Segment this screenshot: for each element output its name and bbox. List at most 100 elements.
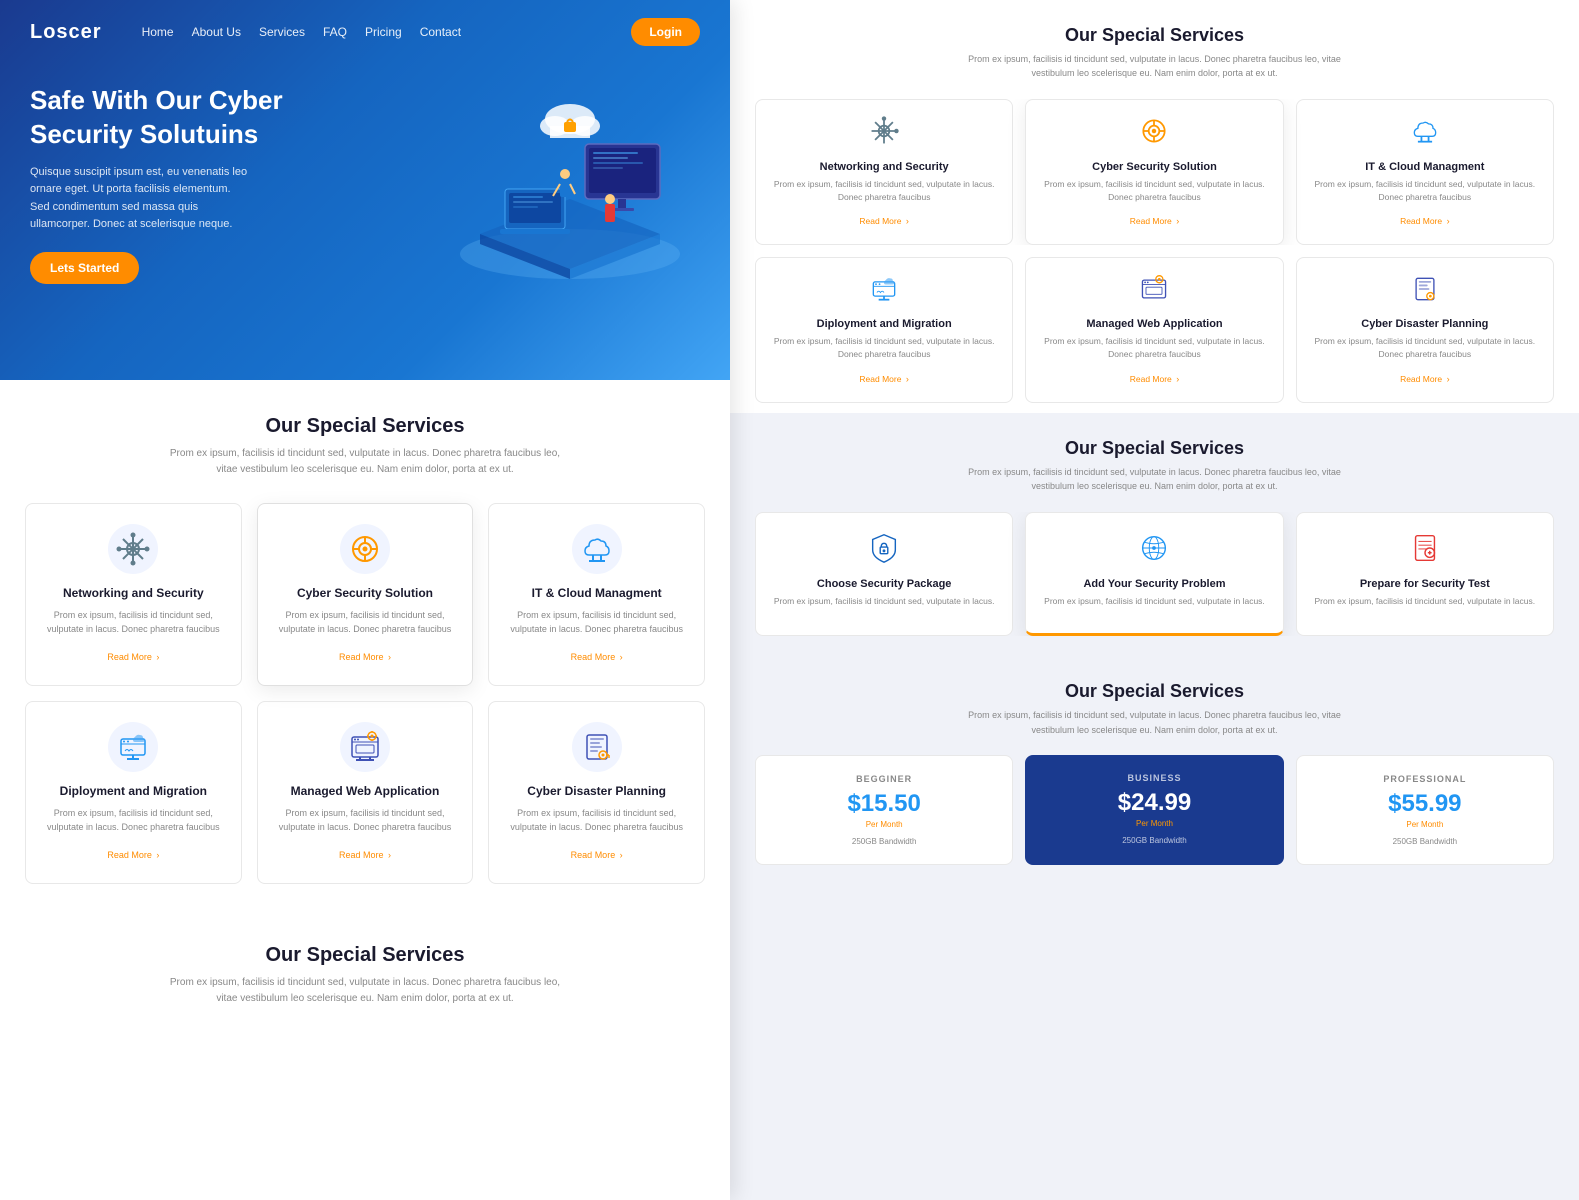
security-icon-problem: [1038, 531, 1270, 570]
pricing-beginner[interactable]: BEGGINER $15.50 Per Month 250GB Bandwidt…: [755, 755, 1013, 865]
disaster-planning-icon: [572, 722, 622, 772]
service-card-1[interactable]: Networking and Security Prom ex ipsum, f…: [25, 503, 242, 686]
arrow-icon-4: ›: [156, 850, 159, 860]
managed-web-icon: [340, 722, 390, 772]
service-card-4[interactable]: Diployment and Migration Prom ex ipsum, …: [25, 701, 242, 884]
nav-about[interactable]: About Us: [192, 25, 241, 39]
hero-text: Safe With Our Cyber Security Solutuins Q…: [30, 84, 365, 284]
read-more-4[interactable]: Read More: [107, 850, 152, 860]
service-name-4: Diployment and Migration: [41, 784, 226, 798]
read-more-6[interactable]: Read More: [571, 850, 616, 860]
rp-security-section: Our Special Services Prom ex ipsum, faci…: [730, 413, 1579, 662]
hero-content: Safe With Our Cyber Security Solutuins Q…: [0, 64, 730, 314]
plan-feature-beginner: 250GB Bandwidth: [768, 837, 1000, 846]
service-name-5: Managed Web Application: [273, 784, 458, 798]
security-card-problem[interactable]: Add Your Security Problem Prom ex ipsum,…: [1025, 512, 1283, 637]
cloud-management-icon: [572, 524, 622, 574]
rp-icon-cyber: [1036, 115, 1272, 153]
sec-name-pkg: Choose Security Package: [768, 578, 1000, 590]
rp-card-cloud[interactable]: IT & Cloud Managment Prom ex ipsum, faci…: [1296, 99, 1554, 246]
bottom-desc-left: Prom ex ipsum, facilisis id tincidunt se…: [165, 975, 565, 1007]
rp-icon-net: [766, 115, 1002, 153]
services-section-left: Our Special Services Prom ex ipsum, faci…: [0, 380, 730, 919]
plan-period-professional: Per Month: [1309, 820, 1541, 829]
rp-text-cloud: Prom ex ipsum, facilisis id tincidunt se…: [1307, 178, 1543, 204]
rp-security-desc: Prom ex ipsum, facilisis id tincidunt se…: [965, 465, 1345, 494]
arrow-icon-3: ›: [620, 652, 623, 662]
rp-desc-1: Prom ex ipsum, facilisis id tincidunt se…: [965, 52, 1345, 81]
rp-pricing-title: Our Special Services: [755, 681, 1554, 702]
security-card-pkg[interactable]: Choose Security Package Prom ex ipsum, f…: [755, 512, 1013, 637]
services-desc-left: Prom ex ipsum, facilisis id tincidunt se…: [165, 446, 565, 478]
rp-arrow-cloud: ›: [1447, 216, 1450, 226]
rp-read-disaster[interactable]: Read More: [1400, 374, 1442, 384]
nav-pricing[interactable]: Pricing: [365, 25, 402, 39]
security-packages-grid: Choose Security Package Prom ex ipsum, f…: [755, 512, 1554, 637]
rp-title-1: Our Special Services: [755, 25, 1554, 46]
service-card-5[interactable]: Managed Web Application Prom ex ipsum, f…: [257, 701, 474, 884]
rp-read-managed[interactable]: Read More: [1130, 374, 1172, 384]
services-title-left: Our Special Services: [25, 415, 705, 438]
hero-description: Quisque suscipit ipsum est, eu venenatis…: [30, 164, 250, 234]
rp-card-partial-1[interactable]: Networking and Security Prom ex ipsum, f…: [755, 99, 1013, 246]
nav-contact[interactable]: Contact: [420, 25, 461, 39]
rp-arrow-net: ›: [906, 216, 909, 226]
service-card-2[interactable]: Cyber Security Solution Prom ex ipsum, f…: [257, 503, 474, 686]
rp-icon-managed: [1036, 273, 1272, 310]
hero-cta-button[interactable]: Lets Started: [30, 252, 139, 284]
nav-faq[interactable]: FAQ: [323, 25, 347, 39]
plan-name-beginner: BEGGINER: [768, 774, 1000, 784]
nav-home[interactable]: Home: [142, 25, 174, 39]
rp-services-top: Our Special Services Prom ex ipsum, faci…: [730, 0, 1579, 413]
rp-card-cyber[interactable]: Cyber Security Solution Prom ex ipsum, f…: [1025, 99, 1283, 246]
brand-logo: Loscer: [30, 21, 102, 44]
rp-card-disaster[interactable]: Cyber Disaster Planning Prom ex ipsum, f…: [1296, 257, 1554, 403]
arrow-icon-1: ›: [156, 652, 159, 662]
service-card-3[interactable]: IT & Cloud Managment Prom ex ipsum, faci…: [488, 503, 705, 686]
page-wrapper: Loscer Home About Us Services FAQ Pricin…: [0, 0, 1579, 1200]
service-text-3: Prom ex ipsum, facilisis id tincidunt se…: [504, 608, 689, 637]
rp-card-deploy[interactable]: Diployment and Migration Prom ex ipsum, …: [755, 257, 1013, 403]
plan-price-business: $24.99: [1037, 789, 1271, 817]
plan-feature-professional: 250GB Bandwidth: [1309, 837, 1541, 846]
plan-period-beginner: Per Month: [768, 820, 1000, 829]
rp-read-cloud[interactable]: Read More: [1400, 216, 1442, 226]
rp-icon-disaster: [1307, 273, 1543, 310]
read-more-2[interactable]: Read More: [339, 652, 384, 662]
plan-period-business: Per Month: [1037, 819, 1271, 828]
rp-arrow-disaster: ›: [1447, 374, 1450, 384]
service-text-1: Prom ex ipsum, facilisis id tincidunt se…: [41, 608, 226, 637]
nav-services[interactable]: Services: [259, 25, 305, 39]
read-more-1[interactable]: Read More: [107, 652, 152, 662]
plan-price-beginner: $15.50: [768, 790, 1000, 818]
rp-arrow-deploy: ›: [906, 374, 909, 384]
login-button[interactable]: Login: [631, 18, 700, 46]
rp-name-managed: Managed Web Application: [1036, 318, 1272, 330]
plan-price-professional: $55.99: [1309, 790, 1541, 818]
service-card-6[interactable]: Cyber Disaster Planning Prom ex ipsum, f…: [488, 701, 705, 884]
pricing-grid: BEGGINER $15.50 Per Month 250GB Bandwidt…: [755, 755, 1554, 865]
pricing-professional[interactable]: PROFESSIONAL $55.99 Per Month 250GB Band…: [1296, 755, 1554, 865]
rp-read-cyber[interactable]: Read More: [1130, 216, 1172, 226]
network-security-icon: [108, 524, 158, 574]
rp-read-deploy[interactable]: Read More: [859, 374, 901, 384]
rp-text-disaster: Prom ex ipsum, facilisis id tincidunt se…: [1307, 335, 1543, 361]
sec-text-problem: Prom ex ipsum, facilisis id tincidunt se…: [1038, 595, 1270, 608]
read-more-3[interactable]: Read More: [571, 652, 616, 662]
security-icon-test: [1309, 531, 1541, 570]
sec-text-pkg: Prom ex ipsum, facilisis id tincidunt se…: [768, 595, 1000, 608]
pricing-business[interactable]: BUSINESS $24.99 Per Month 250GB Bandwidt…: [1025, 755, 1283, 865]
service-name-6: Cyber Disaster Planning: [504, 784, 689, 798]
navigation: Loscer Home About Us Services FAQ Pricin…: [0, 0, 730, 64]
rp-text-cyber: Prom ex ipsum, facilisis id tincidunt se…: [1036, 178, 1272, 204]
sec-name-test: Prepare for Security Test: [1309, 578, 1541, 590]
hero-section: Loscer Home About Us Services FAQ Pricin…: [0, 0, 730, 380]
cyber-security-icon: [340, 524, 390, 574]
rp-read-net[interactable]: Read More: [859, 216, 901, 226]
service-text-2: Prom ex ipsum, facilisis id tincidunt se…: [273, 608, 458, 637]
security-card-test[interactable]: Prepare for Security Test Prom ex ipsum,…: [1296, 512, 1554, 637]
hero-illustration: [440, 84, 700, 284]
read-more-5[interactable]: Read More: [339, 850, 384, 860]
rp-card-managed[interactable]: Managed Web Application Prom ex ipsum, f…: [1025, 257, 1283, 403]
service-text-4: Prom ex ipsum, facilisis id tincidunt se…: [41, 806, 226, 835]
